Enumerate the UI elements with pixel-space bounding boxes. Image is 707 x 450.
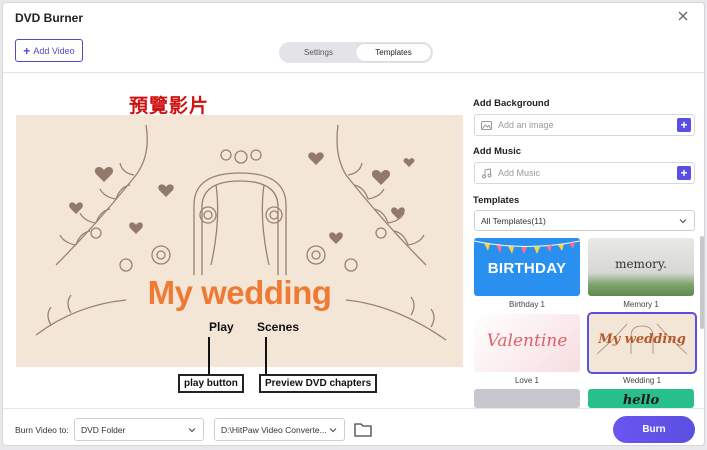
add-background-button[interactable]: + [677,118,691,132]
template-caption-love: Love 1 [514,376,540,385]
output-path-value: D:\HitPaw Video Converte... [221,424,327,435]
add-music-heading: Add Music [473,146,522,157]
play-label[interactable]: Play [209,320,234,334]
wedding-floral-decoration [35,124,447,341]
background-image-field[interactable]: Add an image + [474,114,695,136]
preview-title-text: My wedding [147,274,332,311]
plus-icon: + [23,43,31,58]
music-note-icon [482,167,492,178]
burn-target-select[interactable]: DVD Folder [74,418,204,441]
scenes-callout-line [265,337,267,375]
template-thumb-love[interactable]: Valentine [474,314,580,372]
chevron-down-icon [329,428,337,433]
templates-filter-dropdown[interactable]: All Templates(11) [474,210,695,231]
preview-chapters-callout: Preview DVD chapters [259,374,378,393]
music-placeholder: Add Music [498,168,541,178]
bunting-decoration [474,240,580,254]
mode-tabs: Settings Templates [279,42,433,63]
valentine-thumb-text: Valentine [486,331,568,351]
add-background-heading: Add Background [473,98,550,109]
background-placeholder: Add an image [498,120,554,130]
add-music-button[interactable]: + [677,166,691,180]
window-title: DVD Burner [15,11,84,25]
template-caption-memory: Memory 1 [623,300,659,309]
template-thumb-memory[interactable]: memory. [588,238,694,296]
close-icon[interactable] [676,9,690,23]
burn-target-value: DVD Folder [81,424,126,435]
templates-heading: Templates [473,195,520,206]
preview-annotation-heading: 預覽影片 [129,96,210,117]
template-caption-birthday: Birthday 1 [508,300,546,309]
title-bar: DVD Burner [3,3,704,33]
music-field[interactable]: Add Music + [474,162,695,184]
burn-video-to-label: Burn Video to: [15,425,69,435]
template-thumb-partial-1[interactable] [474,389,580,408]
dvd-burner-window: DVD Burner + Add Video Settings Template… [2,2,705,446]
chevron-down-icon [679,219,687,224]
tab-settings[interactable]: Settings [281,44,356,61]
burn-button[interactable]: Burn [613,416,695,443]
image-icon [481,120,492,130]
birthday-thumb-text: BIRTHDAY [487,260,567,277]
memory-thumb-text: memory. [615,257,667,271]
folder-icon[interactable] [354,422,372,437]
video-preview[interactable]: My wedding Play Scenes [16,115,463,367]
template-thumb-hello[interactable]: hello [588,389,694,408]
chevron-down-icon [188,428,196,433]
footer-bar: Burn Video to: DVD Folder D:\HitPaw Vide… [3,408,704,445]
template-thumb-wedding[interactable]: My wedding [587,312,697,374]
play-callout-line [208,337,210,375]
template-thumb-birthday[interactable]: BIRTHDAY [474,238,580,296]
templates-filter-value: All Templates(11) [481,215,546,226]
templates-scrollbar[interactable] [700,236,704,329]
add-video-label: Add Video [33,45,75,56]
tab-templates[interactable]: Templates [356,44,431,61]
add-video-button[interactable]: + Add Video [15,39,83,62]
output-path-select[interactable]: D:\HitPaw Video Converte... [214,418,345,441]
template-caption-wedding: Wedding 1 [622,376,662,385]
play-button-callout: play button [178,374,244,393]
hello-thumb-text: hello [622,393,660,408]
header-divider [3,72,704,73]
scenes-label[interactable]: Scenes [257,320,299,334]
wedding-thumb-text: My wedding [598,332,686,347]
